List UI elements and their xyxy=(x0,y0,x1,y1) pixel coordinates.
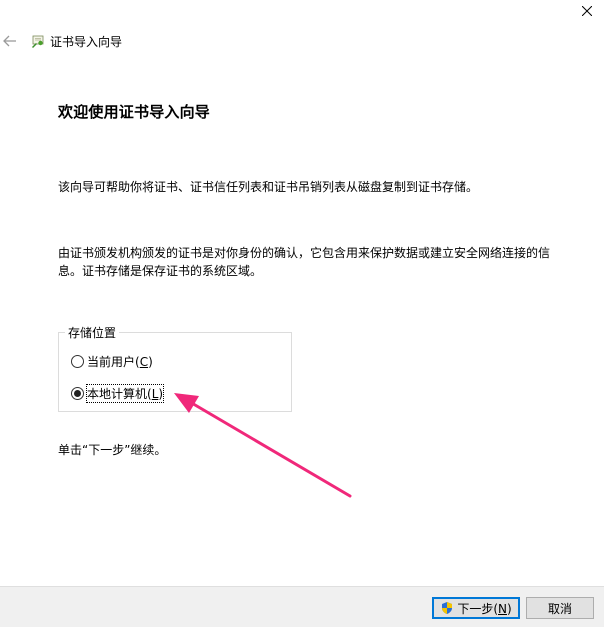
certificate-import-wizard-window: 证书导入向导 欢迎使用证书导入向导 该向导可帮助你将证书、证书信任列表和证书吊销… xyxy=(0,0,604,627)
page-heading: 欢迎使用证书导入向导 xyxy=(58,103,211,121)
back-button[interactable] xyxy=(2,33,18,49)
local-machine-label[interactable]: 本地计算机(L) xyxy=(85,384,165,403)
description-text: 由证书颁发机构颁发的证书是对你身份的确认，它包含用来保护数据或建立安全网络连接的… xyxy=(58,244,558,280)
store-location-legend: 存储位置 xyxy=(65,324,120,341)
wizard-header: 证书导入向导 xyxy=(0,30,122,52)
next-button[interactable]: 下一步(N) xyxy=(432,597,520,619)
continue-hint: 单击“下一步”继续。 xyxy=(58,443,167,457)
next-button-label: 下一步(N) xyxy=(457,601,512,616)
annotation-arrow xyxy=(174,393,352,498)
description-line-1: 由证书颁发机构颁发的证书是对你身份的确认，它包含用来保护数据或建立安全网络连接的… xyxy=(58,246,551,260)
window-title: 证书导入向导 xyxy=(50,34,123,49)
wizard-footer: 下一步(N) 取消 xyxy=(0,586,604,627)
close-button[interactable] xyxy=(570,0,604,22)
uac-shield-icon xyxy=(442,602,453,614)
current-user-label[interactable]: 当前用户(C) xyxy=(87,353,153,370)
back-arrow-icon xyxy=(3,35,16,47)
store-location-group: 存储位置 当前用户(C) 本地计算机(L) xyxy=(58,324,292,412)
local-machine-option[interactable]: 本地计算机(L) xyxy=(71,384,165,403)
current-user-radio[interactable] xyxy=(71,355,84,368)
cancel-button[interactable]: 取消 xyxy=(526,597,594,619)
local-machine-radio[interactable] xyxy=(71,387,84,400)
certificate-wizard-icon xyxy=(30,33,46,49)
current-user-option[interactable]: 当前用户(C) xyxy=(71,353,153,370)
close-icon xyxy=(582,6,592,16)
intro-text: 该向导可帮助你将证书、证书信任列表和证书吊销列表从磁盘复制到证书存储。 xyxy=(58,180,479,194)
description-line-2: 息。证书存储是保存证书的系统区域。 xyxy=(58,264,263,278)
